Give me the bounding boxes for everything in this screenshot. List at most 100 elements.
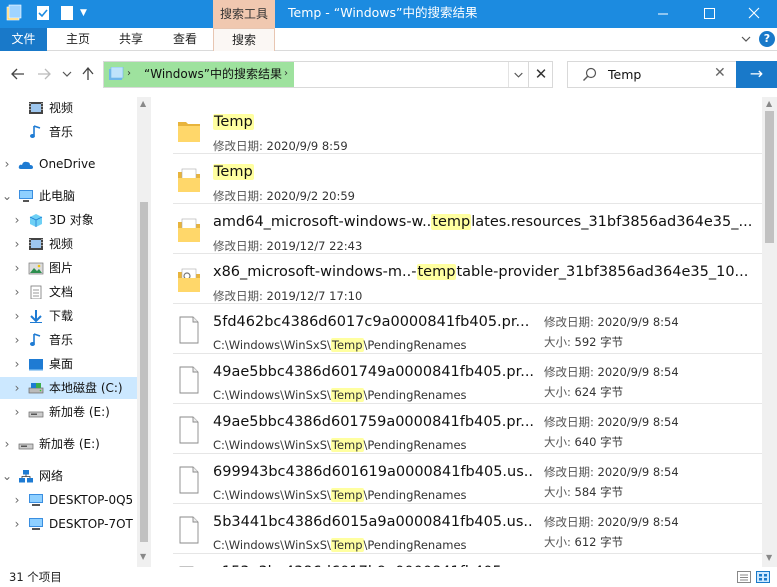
- nav-scrollbar[interactable]: ▲ ▼: [137, 97, 151, 567]
- chevron-down-icon[interactable]: ⌄: [2, 185, 12, 207]
- sidebar-item[interactable]: ⌄ 此电脑: [0, 185, 137, 207]
- content-scrollbar[interactable]: ▲ ▼: [762, 97, 777, 567]
- chevron-right-icon[interactable]: ›: [12, 377, 22, 399]
- help-icon[interactable]: ?: [759, 31, 775, 47]
- back-arrow-icon[interactable]: [10, 66, 26, 82]
- chevron-down-icon[interactable]: [741, 34, 751, 44]
- size-label: 大小:: [544, 535, 571, 549]
- folder-row[interactable]: x86_microsoft-windows-m..-temptable-prov…: [173, 254, 763, 304]
- file-row[interactable]: 5b3441bc4386d6015a9a0000841fb405.us... C:…: [173, 504, 763, 554]
- chevron-right-icon[interactable]: ›: [12, 209, 22, 231]
- sidebar-item[interactable]: › OneDrive: [0, 153, 137, 175]
- sidebar-item[interactable]: › 新加卷 (E:): [0, 401, 137, 423]
- sidebar-item[interactable]: › 音乐: [0, 329, 137, 351]
- search-go-button[interactable]: →: [736, 61, 777, 88]
- scroll-up-icon[interactable]: ▲: [140, 99, 146, 108]
- sidebar-item[interactable]: › 桌面: [0, 353, 137, 375]
- scroll-down-icon[interactable]: ▼: [140, 552, 146, 561]
- folder-row[interactable]: Temp 修改日期: 2020/9/2 20:59: [173, 154, 763, 204]
- chevron-right-icon[interactable]: ›: [2, 153, 12, 175]
- search-input[interactable]: Temp ✕ →: [567, 61, 777, 88]
- up-arrow-icon[interactable]: [80, 66, 96, 82]
- tab-view[interactable]: 查看: [164, 28, 206, 51]
- chevron-right-icon[interactable]: ›: [12, 257, 22, 279]
- folder-row[interactable]: Temp 修改日期: 2020/9/9 8:59: [173, 104, 763, 154]
- tab-share[interactable]: 共享: [110, 28, 152, 51]
- stop-icon[interactable]: ✕: [528, 62, 553, 87]
- item-count: 31 个项目: [9, 570, 62, 584]
- file-name[interactable]: Temp: [213, 114, 753, 130]
- file-name[interactable]: 699943bc4386d601619a0000841fb405.us...: [213, 464, 533, 480]
- nav-scroll-thumb[interactable]: [140, 202, 148, 542]
- sidebar-item[interactable]: 视频: [0, 97, 137, 119]
- file-row[interactable]: 699943bc4386d601619a0000841fb405.us... C:…: [173, 454, 763, 504]
- file-size: 大小: 624 字节: [544, 384, 623, 400]
- minimize-button[interactable]: [640, 0, 686, 28]
- size-value: 624 字节: [574, 385, 624, 399]
- qat-dropdown-icon[interactable]: ▼: [80, 4, 90, 22]
- file-name[interactable]: x86_microsoft-windows-m..-temptable-prov…: [213, 264, 753, 280]
- folder-row[interactable]: amd64_microsoft-windows-w..templates.res…: [173, 204, 763, 254]
- maximize-button[interactable]: [686, 0, 732, 28]
- new-folder-icon[interactable]: [60, 4, 74, 22]
- close-button[interactable]: [731, 0, 777, 28]
- forward-arrow-icon[interactable]: [36, 66, 52, 82]
- tab-home[interactable]: 主页: [57, 28, 99, 51]
- sidebar-item-label: 音乐: [49, 333, 74, 347]
- chevron-right-icon[interactable]: ›: [12, 305, 22, 327]
- sidebar-item[interactable]: › 3D 对象: [0, 209, 137, 231]
- chevron-right-icon[interactable]: ›: [12, 489, 22, 511]
- scroll-up-icon[interactable]: ▲: [766, 99, 772, 108]
- chevron-right-icon[interactable]: ›: [12, 281, 22, 303]
- chevron-right-icon[interactable]: ›: [12, 401, 22, 423]
- chevron-right-icon[interactable]: ›: [12, 353, 22, 375]
- file-row[interactable]: 49ae5bbc4386d601759a0000841fb405.pr... C:…: [173, 404, 763, 454]
- chevron-right-icon[interactable]: ›: [12, 233, 22, 255]
- explorer-icon[interactable]: [6, 4, 22, 22]
- content-scroll-thumb[interactable]: [765, 111, 774, 243]
- sidebar-item[interactable]: › 本地磁盘 (C:): [0, 377, 137, 399]
- file-row[interactable]: a153a3bc4386d6017b9a0000841fb405.u...: [173, 554, 763, 567]
- scroll-down-icon[interactable]: ▼: [766, 553, 772, 562]
- tab-search[interactable]: 搜索: [213, 28, 275, 52]
- file-name[interactable]: 5fd462bc4386d6017c9a0000841fb405.pr...: [213, 314, 533, 330]
- properties-icon[interactable]: [36, 4, 50, 22]
- details-view-icon[interactable]: [737, 571, 751, 583]
- chevron-right-icon[interactable]: ›: [2, 433, 12, 455]
- breadcrumb-chevron-icon[interactable]: ›: [127, 68, 131, 79]
- file-name[interactable]: 49ae5bbc4386d601759a0000841fb405.pr...: [213, 414, 533, 430]
- file-icon: [177, 466, 201, 494]
- address-dropdown-icon[interactable]: [508, 62, 528, 87]
- breadcrumb[interactable]: › “Windows”中的搜索结果 ›: [104, 62, 294, 87]
- address-bar[interactable]: › “Windows”中的搜索结果 › ✕: [103, 61, 553, 88]
- file-row[interactable]: 49ae5bbc4386d601749a0000841fb405.pr... C:…: [173, 354, 763, 404]
- sidebar-item[interactable]: › DESKTOP-0Q5: [0, 489, 137, 511]
- sidebar-item[interactable]: › 图片: [0, 257, 137, 279]
- sidebar-item-label: 图片: [49, 261, 74, 275]
- clear-search-icon[interactable]: ✕: [714, 65, 726, 81]
- file-name[interactable]: 49ae5bbc4386d601749a0000841fb405.pr...: [213, 364, 533, 380]
- file-name[interactable]: amd64_microsoft-windows-w..templates.res…: [213, 214, 753, 230]
- file-name[interactable]: 5b3441bc4386d6015a9a0000841fb405.us...: [213, 514, 533, 530]
- chevron-right-icon[interactable]: ›: [12, 513, 22, 535]
- sidebar-item[interactable]: › 下载: [0, 305, 137, 327]
- size-value: 592 字节: [574, 335, 624, 349]
- breadcrumb-item[interactable]: “Windows”中的搜索结果: [144, 62, 282, 86]
- sidebar-item[interactable]: ⌄ 网络: [0, 465, 137, 487]
- sidebar-item[interactable]: 音乐: [0, 121, 137, 143]
- file-row[interactable]: 5fd462bc4386d6017c9a0000841fb405.pr... C:…: [173, 304, 763, 354]
- sidebar-item[interactable]: › 视频: [0, 233, 137, 255]
- large-icons-view-icon[interactable]: [756, 571, 770, 583]
- date-value: 2020/9/9 8:54: [597, 515, 679, 529]
- search-query[interactable]: Temp: [608, 62, 641, 87]
- sidebar-item[interactable]: › 新加卷 (E:): [0, 433, 137, 455]
- recent-locations-chevron-icon[interactable]: [62, 66, 72, 82]
- sidebar-item[interactable]: › DESKTOP-7OT: [0, 513, 137, 535]
- chevron-down-icon[interactable]: ⌄: [2, 465, 12, 487]
- chevron-right-icon[interactable]: ›: [12, 329, 22, 351]
- sidebar-item[interactable]: › 文档: [0, 281, 137, 303]
- breadcrumb-chevron-icon[interactable]: ›: [284, 68, 288, 79]
- file-name[interactable]: Temp: [213, 164, 753, 180]
- tab-file[interactable]: 文件: [0, 28, 47, 51]
- computer-icon: [29, 518, 43, 530]
